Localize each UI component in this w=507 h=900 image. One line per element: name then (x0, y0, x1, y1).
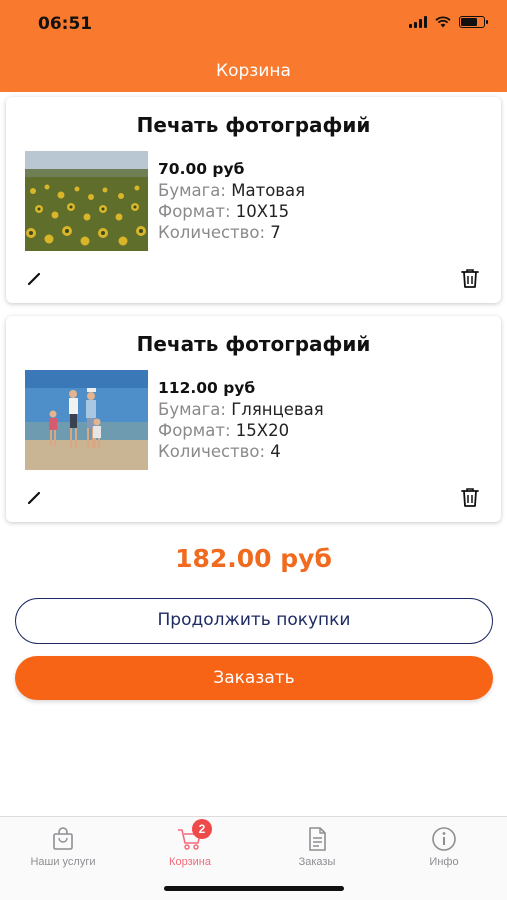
trash-icon[interactable] (459, 267, 481, 289)
tab-orders-label: Заказы (298, 856, 336, 868)
cart-item-info: 70.00 руб Бумага: Матовая Формат: 10X15 … (158, 159, 305, 243)
signal-icon (409, 16, 427, 28)
paper-value: Матовая (231, 181, 306, 200)
quantity-label: Количество: (158, 223, 266, 242)
battery-icon (459, 16, 488, 28)
cart-item-info: 112.00 руб Бумага: Глянцевая Формат: 15X… (158, 378, 324, 462)
quantity-value: 7 (270, 223, 281, 242)
cart-total: 182.00 руб (175, 544, 332, 573)
header: 06:51 Корзина (0, 0, 507, 92)
paper-label: Бумага: (158, 181, 226, 200)
format-label: Формат: (158, 421, 231, 440)
continue-shopping-button[interactable]: Продолжить покупки (15, 598, 493, 644)
tab-info[interactable]: Инфо (381, 825, 507, 868)
cart-badge: 2 (192, 819, 212, 839)
home-indicator (164, 886, 344, 891)
cart-item-photo (25, 370, 148, 470)
cart-item-title: Печать фотографий (136, 113, 371, 137)
page-title: Корзина (216, 61, 291, 81)
order-button[interactable]: Заказать (15, 656, 493, 700)
tab-cart[interactable]: 2 Корзина (127, 819, 253, 868)
document-icon (309, 827, 326, 851)
format-label: Формат: (158, 202, 231, 221)
status-icons (409, 16, 488, 28)
cart-item-price: 112.00 руб (158, 379, 256, 397)
quantity-value: 4 (270, 442, 281, 461)
format-value: 10X15 (235, 202, 290, 221)
paper-label: Бумага: (158, 400, 226, 419)
cart-item-title: Печать фотографий (136, 332, 371, 356)
status-time: 06:51 (38, 14, 93, 34)
tab-orders[interactable]: Заказы (254, 825, 380, 868)
quantity-label: Количество: (158, 442, 266, 461)
tab-services[interactable]: Наши услуги (0, 825, 126, 868)
paper-value: Глянцевая (231, 400, 324, 419)
cart-item-photo (25, 151, 148, 251)
tab-services-label: Наши услуги (30, 856, 96, 868)
info-icon (432, 827, 456, 851)
cart-icon-wrap: 2 (176, 819, 212, 853)
edit-icon[interactable] (26, 269, 44, 287)
bag-icon (53, 827, 73, 850)
edit-icon[interactable] (26, 488, 44, 506)
cart-item-price: 70.00 руб (158, 160, 245, 178)
tab-info-label: Инфо (429, 856, 459, 868)
trash-icon[interactable] (459, 486, 481, 508)
tab-cart-label: Корзина (169, 856, 211, 868)
format-value: 15X20 (235, 421, 290, 440)
wifi-icon (435, 16, 451, 28)
cart-item-card: Печать фотографий 112.00 руб Бумага: Гля… (6, 316, 501, 522)
cart-item-card: Печать фотографий 70.00 руб Бумага: Мато… (6, 97, 501, 303)
